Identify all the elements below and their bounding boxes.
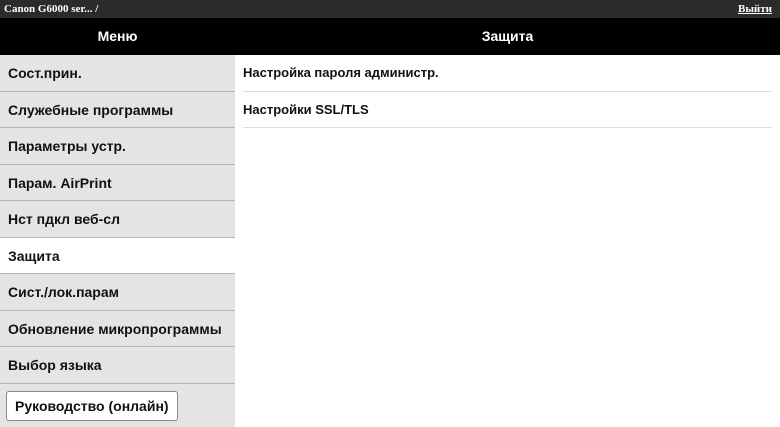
admin-password-setting-item[interactable]: Настройка пароля администр.	[243, 55, 772, 92]
device-title: Canon G6000 ser... /	[4, 3, 99, 15]
header-bar: Меню Защита	[0, 18, 780, 55]
page-title: Защита	[481, 28, 534, 44]
sidebar-item-system-info[interactable]: Сист./лок.парам	[0, 274, 235, 311]
content-panel: Настройка пароля администр. Настройки SS…	[235, 55, 780, 427]
sidebar-menu: Сост.прин. Служебные программы Параметры…	[0, 55, 235, 427]
online-manual-button[interactable]: Руководство (онлайн)	[6, 390, 178, 421]
sidebar-item-web-service-setup[interactable]: Нст пдкл веб-сл	[0, 201, 235, 238]
sidebar-item-language-select[interactable]: Выбор языка	[0, 347, 235, 384]
sidebar-item-utilities[interactable]: Служебные программы	[0, 92, 235, 128]
sidebar-item-airprint-settings[interactable]: Парам. AirPrint	[0, 165, 235, 201]
sidebar-item-security[interactable]: Защита	[0, 237, 235, 274]
sidebar-item-device-settings[interactable]: Параметры устр.	[0, 128, 235, 165]
sidebar-item-firmware-update[interactable]: Обновление микропрограммы	[0, 311, 235, 347]
menu-title: Меню	[97, 28, 138, 44]
top-bar: Canon G6000 ser... / Выйти	[0, 0, 780, 18]
manual-button-container: Руководство (онлайн)	[0, 384, 235, 421]
ssl-tls-settings-item[interactable]: Настройки SSL/TLS	[243, 92, 772, 128]
sidebar-item-printer-status[interactable]: Сост.прин.	[0, 55, 235, 92]
logout-link[interactable]: Выйти	[738, 0, 772, 18]
